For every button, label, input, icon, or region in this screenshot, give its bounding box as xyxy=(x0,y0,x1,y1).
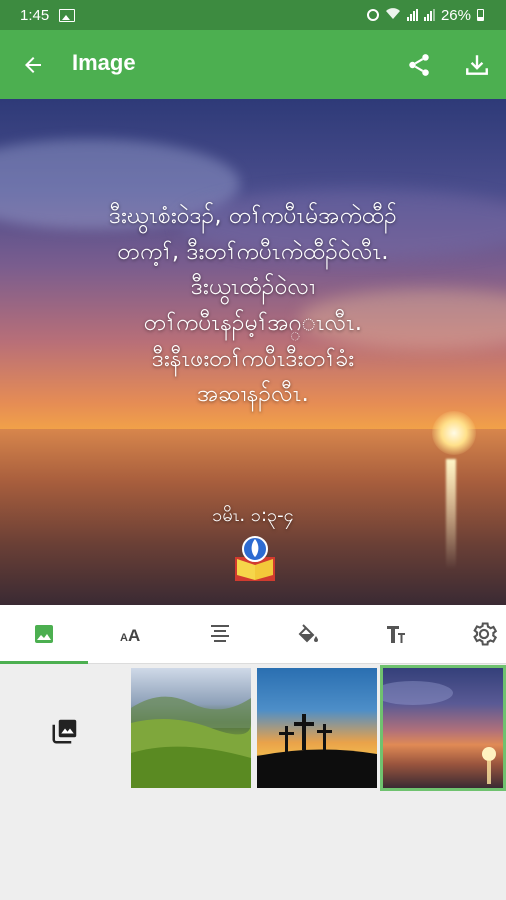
text-style-icon xyxy=(387,626,405,643)
thumbnail-sea-sunset[interactable] xyxy=(380,665,506,791)
tab-image[interactable] xyxy=(0,605,88,664)
signal-icon xyxy=(406,9,418,21)
app-bar: Image xyxy=(0,30,506,99)
download-icon xyxy=(466,55,488,75)
tab-text-style[interactable] xyxy=(352,605,440,663)
status-time: 1:45 xyxy=(20,6,50,24)
thumbnail-green-hills[interactable] xyxy=(131,668,251,788)
crosses-sunset-image xyxy=(257,714,377,788)
editor-tab-bar: A A xyxy=(0,605,506,664)
wifi-icon xyxy=(385,7,401,23)
settings-icon xyxy=(473,622,498,646)
page-title: Image xyxy=(72,50,136,75)
tab-font-size[interactable]: A A xyxy=(88,605,176,663)
signal-2-icon xyxy=(423,9,435,21)
background-sun xyxy=(432,411,476,455)
battery-level: 26% xyxy=(440,6,471,24)
status-bar: 1:45 26% xyxy=(0,0,506,30)
svg-text:A: A xyxy=(120,632,128,644)
verse-line: တၢ်ကပီၤနၣ်မ့ၢ်အဂ္ၤလီၤ. xyxy=(143,309,363,336)
verse-line: အဆၢနၣ်လီၤ. xyxy=(197,381,309,408)
back-button[interactable] xyxy=(16,48,50,82)
share-button[interactable] xyxy=(402,48,436,82)
battery-icon xyxy=(477,9,484,21)
verse-text[interactable]: ဒီးဃွၤစံးဝဲဒၣ်, တၢ်ကပီၤမ်အကဲထီၣ် တက့ၢ်, … xyxy=(0,199,506,413)
verse-line: ဒီးယွၤထံၣ်ဝဲလၢ xyxy=(190,274,316,301)
image-icon xyxy=(35,625,53,643)
app-logo-icon xyxy=(235,536,275,581)
green-hills-image xyxy=(131,696,251,788)
font-size-icon: A A xyxy=(120,626,140,645)
thumbnail-crosses-sunset[interactable] xyxy=(257,668,377,788)
paint-bucket-icon xyxy=(298,624,318,643)
verse-line: တက့ၢ်, ဒီးတၢ်ကပီၤကဲထီၣ်ဝဲလီၤ. xyxy=(117,238,389,265)
sea-sunset-image xyxy=(383,681,496,784)
svg-text:A: A xyxy=(128,626,140,645)
photo-library-icon[interactable] xyxy=(50,716,80,746)
text-align-icon xyxy=(211,625,229,642)
background-gallery xyxy=(0,664,506,900)
verse-line: ဒီးဃွၤစံးဝဲဒၣ်, တၢ်ကပီၤမ်အကဲထီၣ် xyxy=(109,203,397,229)
tab-text-align[interactable] xyxy=(176,605,264,663)
tab-settings[interactable] xyxy=(440,605,506,663)
gallery-notification-icon xyxy=(59,8,76,22)
download-button[interactable] xyxy=(460,48,494,82)
status-indicators: 26% xyxy=(366,0,484,30)
share-icon xyxy=(409,54,429,76)
arrow-back-icon xyxy=(25,57,41,73)
alarm-icon xyxy=(366,9,379,21)
verse-reference: ၥမိၤ. ၁:၃-၄ xyxy=(212,505,294,526)
tab-color[interactable] xyxy=(264,605,352,663)
verse-line: ဒီးနီၤဖးတၢ်ကပီၤဒီးတၢ်ခံး xyxy=(151,345,355,372)
image-preview[interactable]: ဒီးဃွၤစံးဝဲဒၣ်, တၢ်ကပီၤမ်အကဲထီၣ် တက့ၢ်, … xyxy=(0,99,506,605)
